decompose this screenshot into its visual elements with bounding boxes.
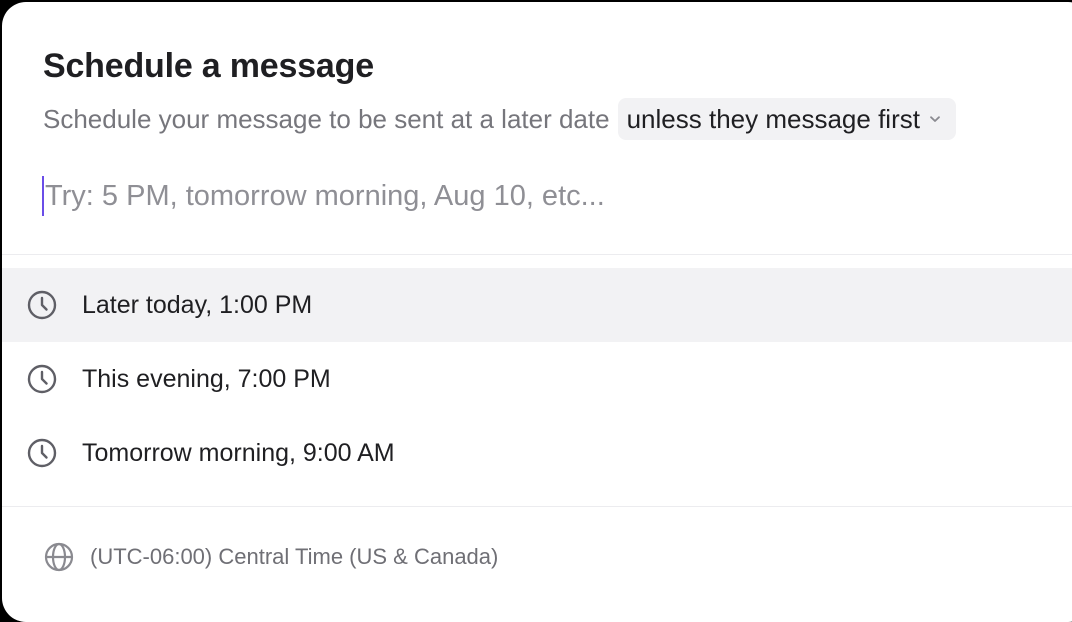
send-condition-selected: unless they message first <box>626 104 920 134</box>
divider-bottom <box>2 506 1072 507</box>
divider-top <box>2 254 1072 255</box>
time-input-wrapper <box>42 174 942 218</box>
dialog-subtitle: Schedule your message to be sent at a la… <box>43 104 610 134</box>
clock-icon <box>26 363 58 395</box>
globe-icon <box>42 540 76 574</box>
schedule-time-input[interactable] <box>45 179 905 213</box>
option-label: Later today, 1:00 PM <box>82 290 313 319</box>
send-condition-dropdown[interactable]: unless they message first <box>617 98 956 140</box>
clock-icon <box>26 289 58 321</box>
clock-icon <box>26 437 58 469</box>
suggested-times-list: Later today, 1:00 PM This evening, 7:00 … <box>2 268 1072 490</box>
timezone-selector[interactable]: (UTC-06:00) Central Time (US & Canada) <box>90 544 498 570</box>
schedule-message-dialog: Schedule a message Schedule your message… <box>2 2 1072 622</box>
subtitle-row: Schedule your message to be sent at a la… <box>43 98 956 140</box>
option-this-evening[interactable]: This evening, 7:00 PM <box>2 342 1072 416</box>
dialog-title: Schedule a message <box>43 47 374 85</box>
chevron-down-icon <box>928 112 942 126</box>
option-later-today[interactable]: Later today, 1:00 PM <box>2 268 1072 342</box>
timezone-footer: (UTC-06:00) Central Time (US & Canada) <box>42 537 498 577</box>
option-tomorrow-morning[interactable]: Tomorrow morning, 9:00 AM <box>2 416 1072 490</box>
option-label: Tomorrow morning, 9:00 AM <box>82 438 395 467</box>
option-label: This evening, 7:00 PM <box>82 364 331 393</box>
text-caret <box>42 176 44 216</box>
